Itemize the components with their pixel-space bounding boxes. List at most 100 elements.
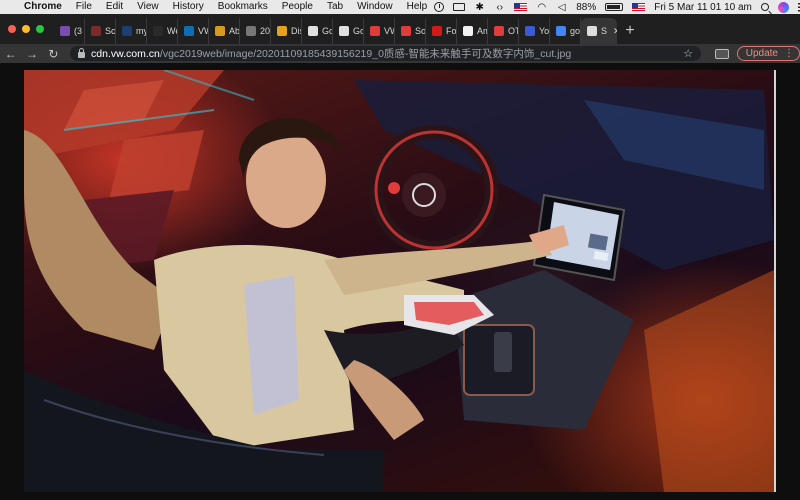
more-menu-icon: ⋮ [784,48,794,59]
region-flag-icon [632,3,646,11]
wifi-icon[interactable]: ◠ [536,2,547,12]
tab-label: OTT [508,26,518,36]
script-icon[interactable]: ‹› [494,2,505,12]
tab-favicon-icon [494,26,504,36]
tab[interactable]: goo [550,18,581,44]
menu-bookmarks[interactable]: Bookmarks [211,0,275,14]
tab-label: For [446,26,457,36]
airplay-icon[interactable] [453,3,466,11]
bookmark-star-icon[interactable]: ☆ [683,47,693,60]
macos-menu-bar: Chrome File Edit View History Bookmarks … [0,0,800,14]
tab-label: Gol [322,26,332,36]
tab[interactable]: Dis [271,18,302,44]
extension-icon[interactable] [715,48,729,59]
menu-file[interactable]: File [69,0,99,14]
menu-view[interactable]: View [130,0,166,14]
tab[interactable]: (3 u [54,18,85,44]
tab-label: Sch [105,26,116,36]
battery-icon[interactable] [605,3,624,11]
tab[interactable]: Sof [395,18,426,44]
tab-label: Am [477,26,487,36]
battery-percent: 88% [576,1,597,13]
tab-label: Gol [353,26,363,36]
tab-favicon-icon [463,26,473,36]
update-button[interactable]: Update ⋮ [736,46,800,61]
tab[interactable]: OTT [488,18,519,44]
menu-clock[interactable]: Fri 5 Mar 11 01 10 am [654,2,752,13]
tab-favicon-icon [277,26,287,36]
tab[interactable]: my\ [116,18,147,44]
menu-people[interactable]: People [275,0,320,14]
tab-label: 202 [260,26,271,36]
tab-label: S [601,26,608,36]
tab-favicon-icon [587,26,597,36]
car-interior-photo [24,70,774,492]
tab-favicon-icon [308,26,318,36]
menu-edit[interactable]: Edit [99,0,130,14]
siri-icon[interactable] [777,1,789,13]
tab-favicon-icon [60,26,70,36]
tab[interactable]: VW [178,18,209,44]
tab-favicon-icon [370,26,380,36]
tab-label: (3 u [74,26,84,36]
tab[interactable]: You [519,18,550,44]
tab[interactable]: Am [457,18,488,44]
tab[interactable]: Gol [302,18,333,44]
input-source-flag-icon[interactable] [514,3,528,11]
tab-label: VW [384,26,394,36]
bluetooth-icon[interactable]: ✱ [474,2,485,12]
gear-selector-knob [494,332,512,372]
page-content [0,63,800,500]
vertical-scrollbar[interactable] [774,70,776,492]
menu-help[interactable]: Help [400,0,435,14]
tab[interactable]: Gol [333,18,364,44]
tab-label: Dis [291,26,301,36]
tab-favicon-icon [525,26,535,36]
tab-favicon-icon [91,26,101,36]
reload-button[interactable]: ↻ [43,44,64,63]
close-window-button[interactable] [8,25,16,33]
tab-favicon-icon [246,26,256,36]
tab-label: VW [198,26,208,36]
menu-tab[interactable]: Tab [320,0,350,14]
tab-favicon-icon [184,26,194,36]
update-label: Update [745,48,778,59]
tab-favicon-icon [122,26,132,36]
tab-favicon-icon [401,26,411,36]
address-bar[interactable]: cdn.vw.com.cn/vgc2019web/image/202011091… [70,46,702,61]
tab-favicon-icon [339,26,349,36]
tab[interactable]: For [426,18,457,44]
tab[interactable]: Abc [209,18,240,44]
tab-label: my\ [136,26,146,36]
tab[interactable]: Sch [85,18,116,44]
tab-favicon-icon [153,26,163,36]
tab[interactable]: 202 [240,18,271,44]
tab-label: We [167,26,177,36]
tab-favicon-icon [556,26,566,36]
tab-label: You [539,26,550,36]
minimize-window-button[interactable] [22,25,30,33]
spotlight-search-icon[interactable] [760,3,769,11]
back-button[interactable]: ← [0,44,21,63]
time-machine-icon[interactable] [434,2,445,12]
browser-toolbar: ← → ↻ cdn.vw.com.cn/vgc2019web/image/202… [0,44,800,63]
tab-favicon-icon [215,26,225,36]
menu-history[interactable]: History [166,0,211,14]
url-path: /vgc2019web/image/20201109185439156219_0… [159,48,572,60]
fullscreen-window-button[interactable] [36,25,44,33]
photo-illustration [24,70,774,492]
volume-icon[interactable]: ◁ [556,2,567,12]
new-tab-button[interactable]: + [617,18,643,44]
tab-label: Sof [415,26,426,36]
tab-label: goo [570,26,581,36]
menu-app-name[interactable]: Chrome [20,0,69,14]
url-host: cdn.vw.com.cn [91,47,160,60]
tab-active[interactable]: S ✕ [581,18,617,44]
forward-button[interactable]: → [21,44,42,63]
steering-start-button [388,182,400,194]
tab-strip: (3 u Sch my\ We VW Abc 202 Dis Gol Gol VW Sof For Am O… [0,14,800,44]
lock-icon[interactable] [78,47,86,58]
tab[interactable]: We [147,18,178,44]
menu-window[interactable]: Window [350,0,400,14]
tab[interactable]: VW [364,18,395,44]
